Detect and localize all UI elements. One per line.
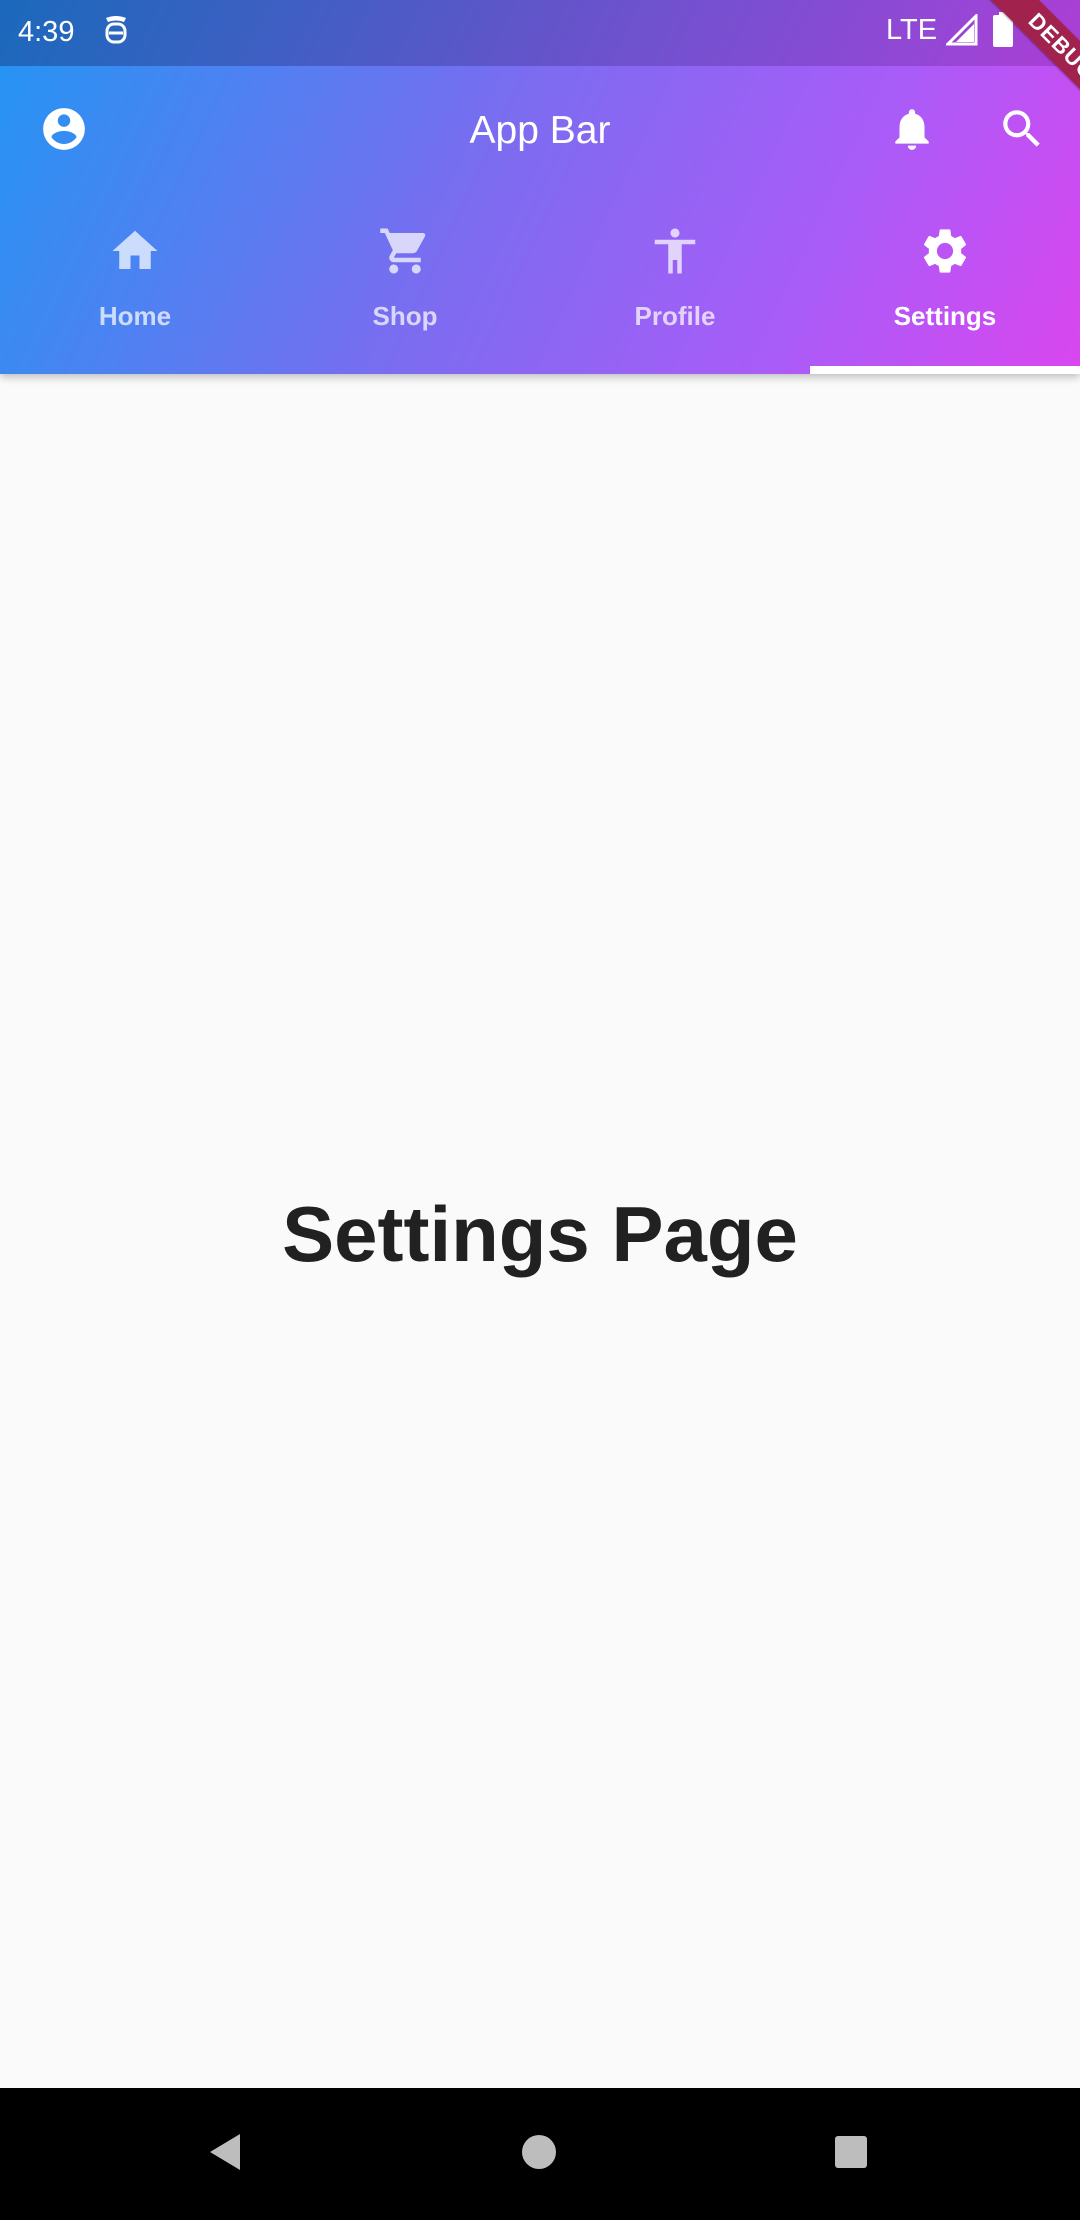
tab-settings[interactable]: Settings	[810, 196, 1080, 374]
debug-banner: DEBUG	[940, 0, 1080, 140]
page-title: Settings Page	[282, 1190, 798, 1278]
tab-bar: Home Shop Profile Settings	[0, 196, 1080, 374]
recents-icon	[833, 2134, 869, 2175]
home-circle-icon	[520, 2133, 558, 2176]
back-icon	[204, 2130, 244, 2179]
gear-icon	[918, 224, 972, 278]
notification-icon	[100, 12, 132, 52]
app-header: 4:39 LTE App Bar Home Shop Profile Setti…	[0, 0, 1080, 374]
bell-icon	[887, 104, 937, 159]
tab-home-label: Home	[98, 301, 172, 331]
nav-recents-button[interactable]	[815, 2118, 887, 2190]
nav-home-button[interactable]	[503, 2118, 575, 2190]
network-type: LTE	[886, 14, 938, 46]
debug-banner-label: DEBUG	[972, 0, 1080, 137]
screen: 4:39 LTE App Bar Home Shop Profile Setti…	[0, 0, 1080, 2220]
tab-profile[interactable]: Profile	[540, 196, 810, 374]
tab-settings-label: Settings	[893, 301, 997, 331]
notifications-button[interactable]	[878, 97, 946, 165]
cart-icon	[378, 224, 432, 278]
accessibility-icon	[648, 224, 702, 278]
app-bar: App Bar	[0, 66, 1080, 196]
tab-selected-indicator	[810, 366, 1080, 374]
page-body: Settings Page	[0, 374, 1080, 2088]
nav-back-button[interactable]	[188, 2118, 260, 2190]
system-nav-bar	[0, 2088, 1080, 2220]
tab-shop-label: Shop	[372, 301, 438, 331]
home-icon	[108, 224, 162, 278]
tab-profile-label: Profile	[634, 301, 716, 331]
tab-home[interactable]: Home	[0, 196, 270, 374]
tab-shop[interactable]: Shop	[270, 196, 540, 374]
status-bar: 4:39 LTE	[0, 0, 1080, 66]
status-time: 4:39	[18, 16, 75, 48]
